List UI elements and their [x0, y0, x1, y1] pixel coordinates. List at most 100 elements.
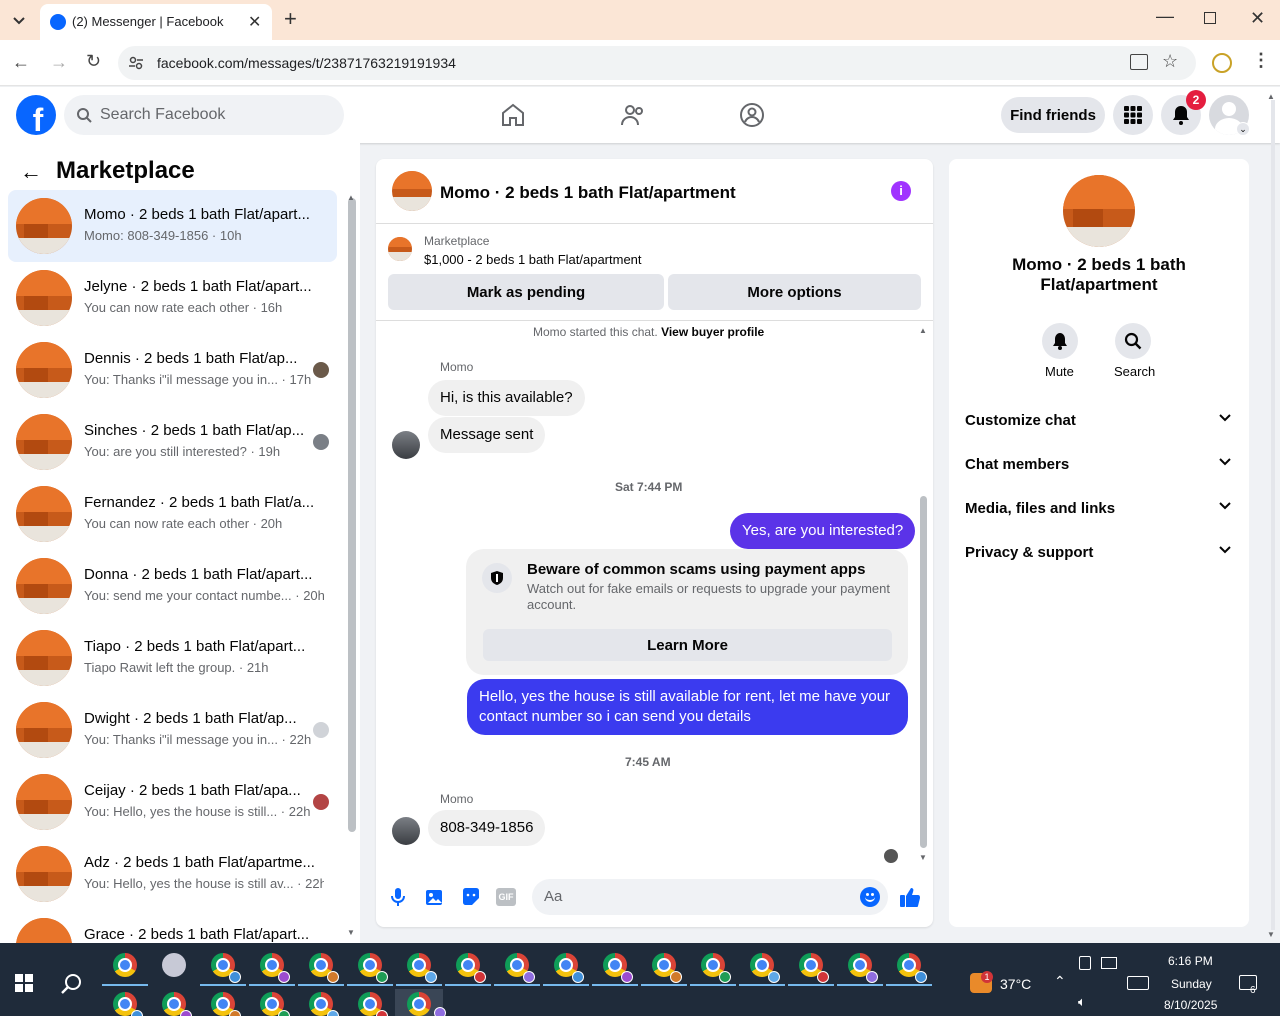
- meet-now-icon[interactable]: [1079, 956, 1091, 970]
- privacy-support-section[interactable]: Privacy & support: [965, 544, 1235, 561]
- chrome-window-icon[interactable]: [298, 950, 344, 986]
- chrome-window-icon[interactable]: [788, 950, 834, 986]
- conversation-item[interactable]: Ceijay · 2 beds 1 bath Flat/apa... You: H…: [8, 766, 337, 838]
- taskbar-search-icon[interactable]: [61, 973, 83, 995]
- tab-search-icon[interactable]: [8, 10, 30, 32]
- learn-more-button[interactable]: Learn More: [483, 629, 892, 661]
- scroll-up-icon[interactable]: ▲: [347, 193, 355, 202]
- chrome-window-icon[interactable]: [445, 950, 491, 986]
- chrome-window-icon[interactable]: [592, 950, 638, 986]
- customize-chat-section[interactable]: Customize chat: [965, 412, 1235, 429]
- chrome-window-icon[interactable]: [739, 950, 785, 986]
- bookmark-star-icon[interactable]: ☆: [1162, 51, 1178, 72]
- menu-grid-icon[interactable]: [1113, 95, 1153, 135]
- chrome-window-icon[interactable]: [200, 950, 246, 986]
- chrome-window-icon[interactable]: [159, 989, 192, 1016]
- close-window-icon[interactable]: ✕: [1250, 8, 1265, 29]
- facebook-logo-icon[interactable]: f: [16, 95, 56, 135]
- chrome-window-icon[interactable]: [347, 950, 393, 986]
- conversation-item[interactable]: Dennis · 2 beds 1 bath Flat/ap... You: Th…: [8, 334, 337, 406]
- thumbs-up-icon[interactable]: [899, 886, 921, 908]
- friends-icon[interactable]: [620, 102, 646, 128]
- chrome-window-icon[interactable]: [257, 989, 290, 1016]
- page-scroll-down-icon[interactable]: ▼: [1267, 930, 1275, 939]
- listing-avatar[interactable]: [1063, 175, 1135, 247]
- chat-title[interactable]: Momo · 2 beds 1 bath Flat/apartment: [440, 183, 736, 203]
- conversation-item[interactable]: Fernandez · 2 beds 1 bath Flat/a... You c…: [8, 478, 337, 550]
- message-bubble-outgoing[interactable]: Hello, yes the house is still available …: [467, 679, 908, 735]
- chrome-window-icon[interactable]: [494, 950, 540, 986]
- conversation-item[interactable]: Momo · 2 beds 1 bath Flat/apart... Momo: …: [8, 190, 337, 262]
- chrome-window-icon[interactable]: [543, 950, 589, 986]
- microphone-icon[interactable]: [390, 887, 406, 907]
- chrome-window-icon[interactable]: [690, 950, 736, 986]
- browser-tab[interactable]: (2) Messenger | Facebook ✕: [40, 4, 272, 40]
- chrome-window-icon[interactable]: [102, 950, 148, 986]
- network-icon[interactable]: [1101, 957, 1117, 969]
- conversation-item[interactable]: Sinches · 2 beds 1 bath Flat/ap... You: a…: [8, 406, 337, 478]
- chrome-window-icon[interactable]: [355, 989, 388, 1016]
- search-facebook-input[interactable]: Search Facebook: [64, 95, 344, 135]
- conversation-item[interactable]: Dwight · 2 beds 1 bath Flat/ap... You: Th…: [8, 694, 337, 766]
- tray-chevron-icon[interactable]: ⌃: [1054, 973, 1066, 990]
- message-bubble[interactable]: 808-349-1856: [428, 810, 546, 846]
- search-chat-icon[interactable]: [1115, 323, 1151, 359]
- listing-description[interactable]: $1,000 - 2 beds 1 bath Flat/apartment: [424, 252, 642, 267]
- emoji-icon[interactable]: [860, 887, 880, 907]
- message-bubble[interactable]: Message sent: [428, 417, 546, 453]
- account-chevron-icon[interactable]: ⌄: [1236, 122, 1250, 136]
- chrome-window-icon[interactable]: [395, 989, 446, 1016]
- chrome-window-icon[interactable]: [837, 950, 883, 986]
- install-app-icon[interactable]: [1130, 54, 1148, 70]
- chrome-window-icon[interactable]: [396, 950, 442, 986]
- sticker-icon[interactable]: [461, 887, 481, 907]
- chrome-window-icon[interactable]: [110, 989, 143, 1016]
- sender-avatar[interactable]: [392, 817, 420, 845]
- new-tab-icon[interactable]: +: [284, 6, 297, 32]
- scroll-down-icon[interactable]: ▼: [347, 928, 355, 937]
- chrome-window-icon[interactable]: [306, 989, 339, 1016]
- restore-icon[interactable]: [1204, 12, 1216, 24]
- temperature[interactable]: 37°C: [1000, 976, 1031, 992]
- app-icon[interactable]: [159, 950, 189, 980]
- message-input[interactable]: Aa: [532, 879, 888, 915]
- back-icon[interactable]: ←: [12, 52, 30, 73]
- chrome-window-icon[interactable]: [641, 950, 687, 986]
- conversation-item[interactable]: Adz · 2 beds 1 bath Flat/apartme... You: …: [8, 838, 337, 910]
- info-icon[interactable]: i: [891, 181, 911, 201]
- page-scrollbar[interactable]: [1271, 100, 1275, 930]
- conversation-item[interactable]: Tiapo · 2 beds 1 bath Flat/apart... Tiapo…: [8, 622, 337, 694]
- groups-icon[interactable]: [739, 102, 765, 128]
- profile-icon[interactable]: [1212, 53, 1232, 73]
- mute-bell-icon[interactable]: [1042, 323, 1078, 359]
- minimize-icon[interactable]: —: [1156, 6, 1174, 27]
- photo-icon[interactable]: [425, 887, 445, 907]
- message-bubble-outgoing[interactable]: Yes, are you interested?: [730, 513, 916, 549]
- find-friends-button[interactable]: Find friends: [1001, 97, 1105, 133]
- site-info-icon[interactable]: [128, 55, 144, 71]
- chat-members-section[interactable]: Chat members: [965, 456, 1235, 473]
- chrome-window-icon[interactable]: [208, 989, 241, 1016]
- chat-listing-thumbnail[interactable]: [392, 171, 432, 211]
- scroll-up-icon[interactable]: ▲: [919, 326, 927, 335]
- chrome-window-icon[interactable]: [886, 950, 932, 986]
- conversation-item[interactable]: Jelyne · 2 beds 1 bath Flat/apart... You …: [8, 262, 337, 334]
- conversation-item[interactable]: Donna · 2 beds 1 bath Flat/apart... You: …: [8, 550, 337, 622]
- volume-icon[interactable]: 🔈︎: [1078, 994, 1086, 1010]
- forward-icon[interactable]: →: [50, 52, 68, 73]
- gif-icon[interactable]: GIF: [496, 888, 516, 906]
- chrome-window-icon[interactable]: [249, 950, 295, 986]
- browser-menu-icon[interactable]: ⋮: [1252, 50, 1270, 71]
- mute-label[interactable]: Mute: [1045, 364, 1074, 379]
- view-buyer-profile-link[interactable]: View buyer profile: [661, 325, 764, 339]
- clock-time[interactable]: 6:16 PM: [1168, 954, 1213, 968]
- more-options-button[interactable]: More options: [668, 274, 921, 310]
- back-arrow-icon[interactable]: ←: [20, 159, 42, 185]
- chat-scrollbar[interactable]: [920, 496, 927, 848]
- mark-as-pending-button[interactable]: Mark as pending: [388, 274, 664, 310]
- sender-avatar[interactable]: [392, 431, 420, 459]
- tab-close-icon[interactable]: ✕: [248, 12, 261, 32]
- sidebar-scrollbar[interactable]: [348, 198, 356, 832]
- message-bubble[interactable]: Hi, is this available?: [428, 380, 585, 416]
- keyboard-icon[interactable]: [1127, 976, 1149, 990]
